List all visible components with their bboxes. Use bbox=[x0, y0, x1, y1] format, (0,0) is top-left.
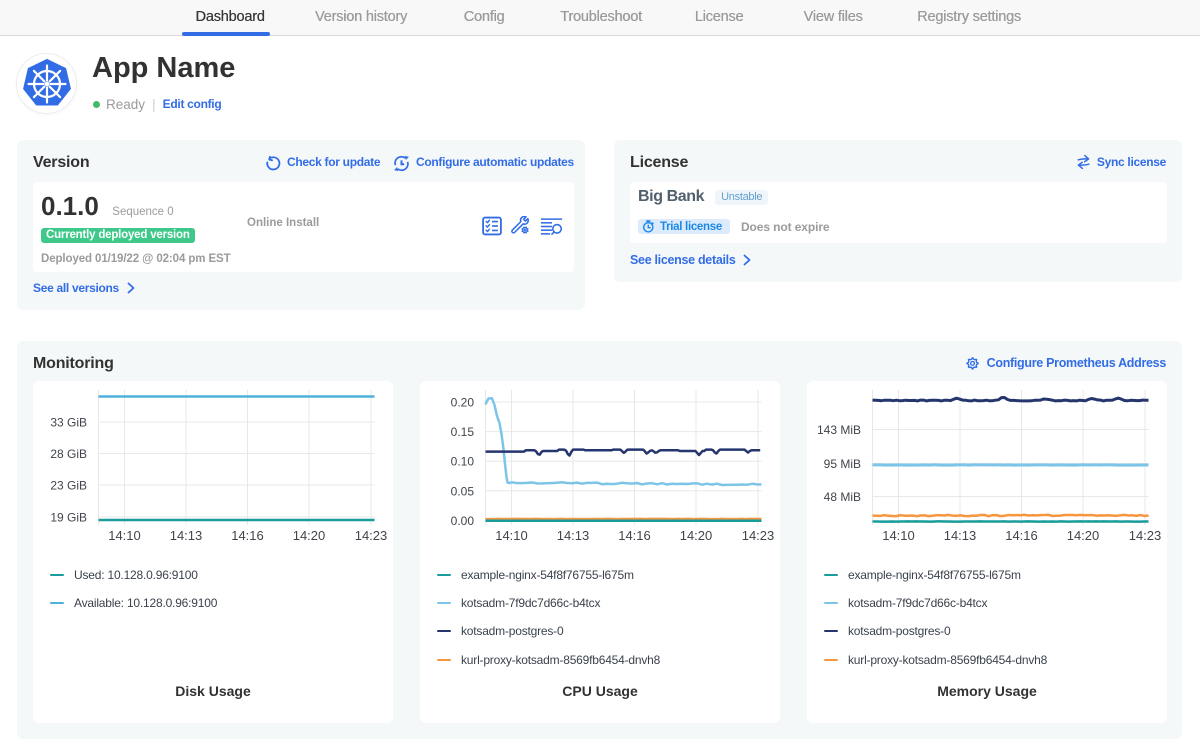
svg-text:0.20: 0.20 bbox=[451, 396, 475, 410]
svg-text:14:23: 14:23 bbox=[742, 528, 775, 543]
svg-text:14:10: 14:10 bbox=[882, 528, 915, 543]
svg-text:14:20: 14:20 bbox=[1067, 528, 1100, 543]
svg-text:19 GiB: 19 GiB bbox=[50, 511, 87, 525]
svg-text:0.05: 0.05 bbox=[451, 484, 475, 498]
svg-text:14:23: 14:23 bbox=[355, 528, 388, 543]
svg-text:14:23: 14:23 bbox=[1129, 528, 1162, 543]
svg-text:33 GiB: 33 GiB bbox=[50, 416, 87, 430]
svg-text:0.00: 0.00 bbox=[451, 514, 475, 528]
svg-text:14:20: 14:20 bbox=[293, 528, 326, 543]
svg-text:14:16: 14:16 bbox=[618, 528, 651, 543]
svg-text:14:16: 14:16 bbox=[231, 528, 264, 543]
svg-text:14:16: 14:16 bbox=[1005, 528, 1038, 543]
svg-text:14:10: 14:10 bbox=[108, 528, 141, 543]
svg-text:14:13: 14:13 bbox=[944, 528, 977, 543]
svg-text:0.15: 0.15 bbox=[451, 425, 475, 439]
svg-text:14:13: 14:13 bbox=[557, 528, 590, 543]
svg-text:95 MiB: 95 MiB bbox=[824, 457, 861, 471]
svg-text:14:20: 14:20 bbox=[680, 528, 713, 543]
svg-text:143 MiB: 143 MiB bbox=[817, 423, 861, 437]
svg-text:0.10: 0.10 bbox=[451, 455, 475, 469]
svg-text:23 GiB: 23 GiB bbox=[50, 479, 87, 493]
svg-text:28 GiB: 28 GiB bbox=[50, 447, 87, 461]
svg-text:14:13: 14:13 bbox=[170, 528, 203, 543]
svg-text:48 MiB: 48 MiB bbox=[824, 490, 861, 504]
svg-text:14:10: 14:10 bbox=[495, 528, 528, 543]
